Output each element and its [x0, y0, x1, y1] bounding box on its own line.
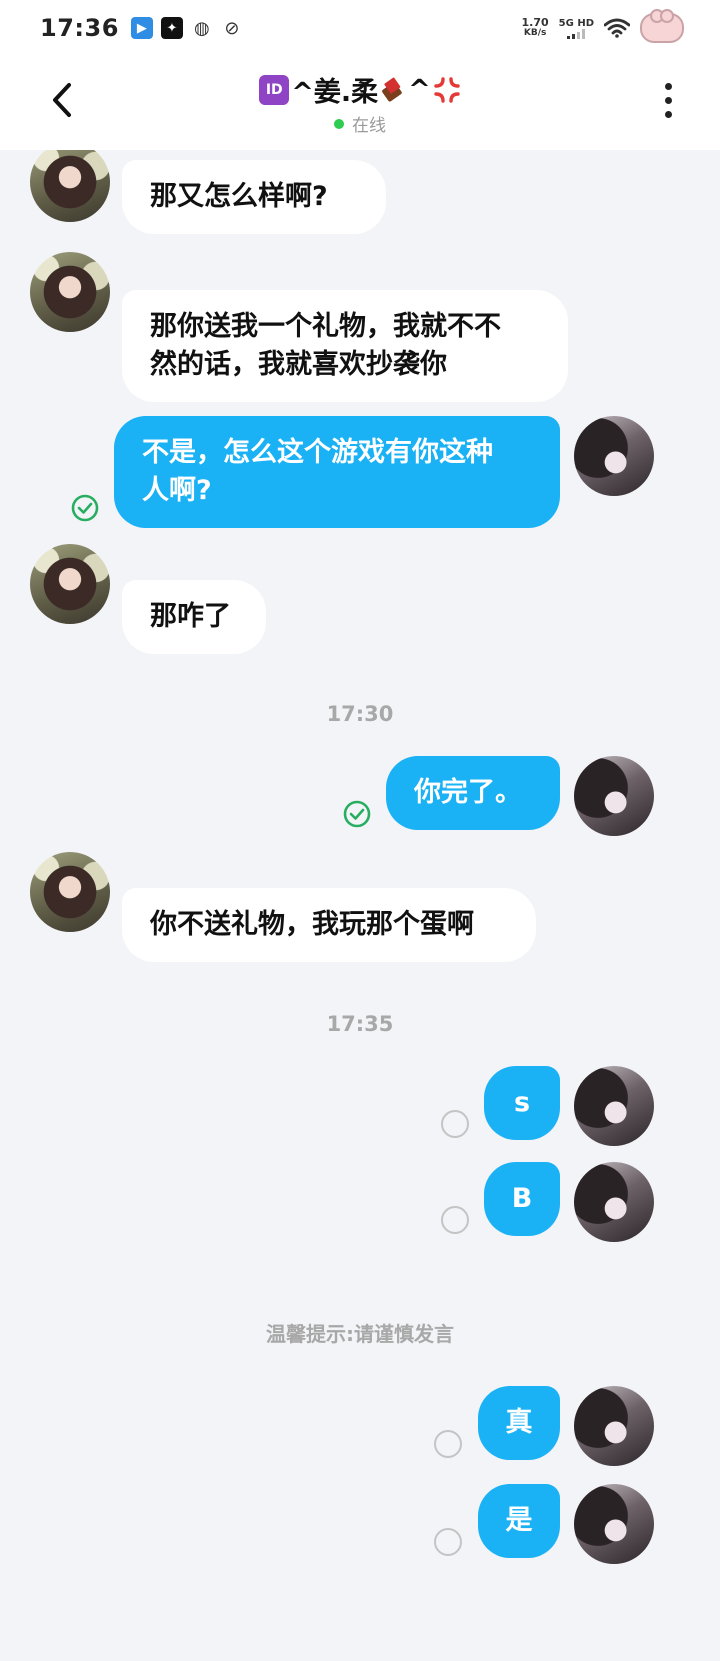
id-badge-icon: ID [259, 74, 290, 105]
message-text: 不是，怎么这个游戏有你这种 [142, 437, 493, 468]
contact-name-suffix: ^ [408, 74, 431, 105]
message-text: 那又怎么样啊? [150, 181, 328, 212]
message-text: B [511, 1183, 533, 1214]
timestamp: 17:35 [326, 1012, 394, 1036]
net-speed-unit: KB/s [523, 28, 547, 38]
more-dots-icon [664, 82, 672, 90]
back-button[interactable] [40, 78, 84, 122]
battery-icon [640, 9, 684, 43]
message-bubble-outgoing[interactable]: 真 [478, 1386, 560, 1460]
read-check-icon [71, 494, 99, 522]
message-text: 你完了。 [414, 777, 522, 808]
message-text: 那你送我一个礼物，我就不不 [150, 311, 501, 342]
online-status: 在线 [120, 111, 600, 136]
my-avatar[interactable] [574, 1484, 654, 1564]
notification-icons: ▶ ✦ ◍ ⊘ [130, 17, 243, 39]
message-text: 然的话，我就喜欢抄袭你 [150, 349, 447, 380]
anger-symbol-icon [434, 76, 460, 103]
peer-avatar[interactable] [30, 544, 110, 624]
contact-name: ^姜.柔 [291, 77, 379, 108]
unread-status-icon [441, 1206, 469, 1234]
my-avatar[interactable] [574, 416, 654, 496]
signal-bars-icon [567, 28, 586, 39]
app-notification-icon: ▶ [130, 17, 153, 39]
read-check-icon [343, 800, 371, 828]
unread-status-icon [434, 1528, 462, 1556]
peer-avatar[interactable] [30, 150, 110, 222]
net-speed: 1.70 KB/s [522, 17, 549, 39]
message-bubble-outgoing[interactable]: s [484, 1066, 560, 1140]
message-text: 是 [505, 1505, 533, 1536]
link-icon: ⊘ [224, 17, 240, 39]
wifi-icon [604, 18, 630, 38]
message-text: 人啊? [142, 475, 212, 506]
message-text: 那咋了 [150, 601, 231, 632]
more-options-button[interactable] [654, 78, 682, 122]
contact-title[interactable]: ID ^姜.柔 ^ 在线 [120, 70, 600, 136]
message-bubble-incoming[interactable]: 你不送礼物，我玩那个蛋啊 [122, 888, 536, 962]
message-bubble-outgoing[interactable]: 是 [478, 1484, 560, 1558]
status-bar: 17:36 ▶ ✦ ◍ ⊘ 1.70 KB/s 5G HD [0, 0, 720, 56]
online-dot-icon [334, 118, 344, 129]
unread-status-icon [441, 1110, 469, 1138]
app-notification-icon: ✦ [160, 17, 183, 39]
my-avatar[interactable] [574, 1386, 654, 1466]
message-text: s [513, 1087, 531, 1118]
signal-indicator: 5G HD [559, 18, 594, 39]
message-text: 你不送礼物，我玩那个蛋啊 [150, 909, 474, 940]
message-bubble-outgoing[interactable]: B [484, 1162, 560, 1236]
unread-status-icon [434, 1430, 462, 1458]
safety-notice: 温馨提示:请谨慎发言 [266, 1322, 454, 1346]
status-time: 17:36 [40, 14, 119, 42]
message-text: 真 [505, 1407, 533, 1438]
message-bubble-incoming[interactable]: 那又怎么样啊? [122, 160, 386, 234]
message-list[interactable]: 那又怎么样啊? 那你送我一个礼物，我就不不 然的话，我就喜欢抄袭你 不是，怎么这… [0, 150, 720, 1661]
chat-header: ID ^姜.柔 ^ 在线 [0, 56, 720, 150]
back-arrow-icon [53, 83, 71, 117]
online-status-label: 在线 [352, 116, 386, 136]
peer-avatar[interactable] [30, 852, 110, 932]
message-bubble-outgoing[interactable]: 不是，怎么这个游戏有你这种 人啊? [114, 416, 560, 528]
net-speed-value: 1.70 [521, 16, 549, 29]
network-label: 5G HD [558, 17, 594, 29]
timestamp: 17:30 [326, 702, 394, 726]
message-bubble-outgoing[interactable]: 你完了。 [386, 756, 560, 830]
message-bubble-incoming[interactable]: 那咋了 [122, 580, 266, 654]
wechat-icon: ◍ [194, 17, 210, 39]
chocolate-icon [382, 77, 402, 102]
message-bubble-incoming[interactable]: 那你送我一个礼物，我就不不 然的话，我就喜欢抄袭你 [122, 290, 568, 402]
peer-avatar[interactable] [30, 252, 110, 332]
my-avatar[interactable] [574, 1162, 654, 1242]
my-avatar[interactable] [574, 1066, 654, 1146]
my-avatar[interactable] [574, 756, 654, 836]
